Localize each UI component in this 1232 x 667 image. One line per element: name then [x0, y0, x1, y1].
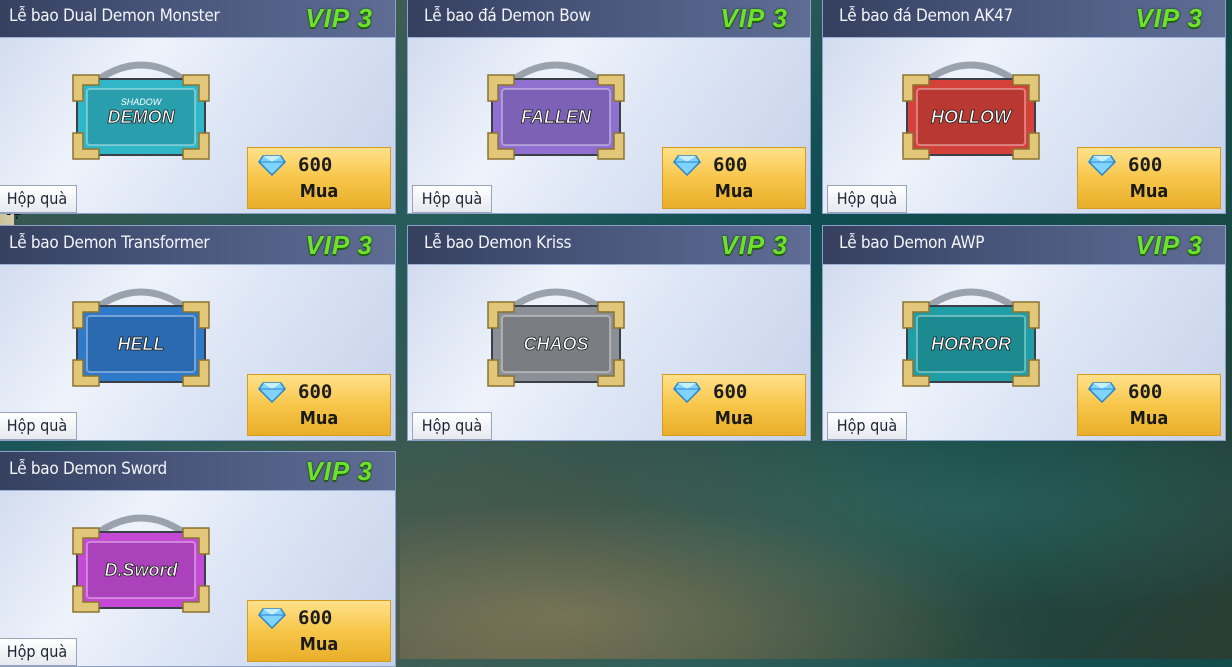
gift-box-label[interactable]: Hộp quà	[412, 412, 492, 440]
card-header: Lễ bao Demon AWP VIP 3	[823, 226, 1225, 265]
price-row: 600	[258, 152, 332, 178]
crate-text: FALLEN	[521, 107, 592, 127]
card-title: Lễ bao Demon Kriss	[424, 233, 572, 253]
gift-box-label[interactable]: Hộp quà	[412, 185, 492, 213]
buy-button[interactable]: Mua	[663, 405, 805, 433]
price-value: 600	[298, 607, 333, 629]
price-value: 600	[713, 154, 748, 176]
gift-card[interactable]: Lễ bao Demon Transformer VIP 3 HELL Hộp …	[0, 225, 396, 441]
vip-badge: VIP 3	[305, 3, 373, 33]
gift-card[interactable]: Lễ bao Demon Kriss VIP 3 CHAOS Hộp quà 6…	[407, 225, 811, 441]
buy-button[interactable]: Mua	[248, 405, 390, 433]
buy-button[interactable]: Mua	[1078, 405, 1220, 433]
diamond-icon	[258, 154, 286, 177]
crate-image: HOLLOW	[901, 57, 1041, 160]
gift-card[interactable]: Lễ bao Demon Sword VIP 3 D.Sword Hộp quà	[0, 451, 396, 667]
diamond-icon	[673, 381, 701, 404]
buy-button[interactable]: Mua	[663, 178, 805, 206]
card-header: Lễ bao đá Demon AK47 VIP 3	[823, 0, 1225, 38]
price-row: 600	[1088, 152, 1162, 178]
gift-box-label[interactable]: Hộp quà	[0, 185, 77, 213]
crate-text: HORROR	[931, 334, 1011, 354]
card-header: Lễ bao Dual Demon Monster VIP 3	[0, 0, 395, 38]
buy-panel[interactable]: 600 Mua	[247, 600, 391, 662]
diamond-icon	[1088, 381, 1116, 404]
gift-card[interactable]: Lễ bao đá Demon AK47 VIP 3 HOLLOW Hộp qu…	[822, 0, 1226, 214]
price-row: 600	[1088, 379, 1162, 405]
vip-badge: VIP 3	[720, 3, 788, 33]
buy-button[interactable]: Mua	[1078, 178, 1220, 206]
diamond-icon	[258, 381, 286, 404]
card-title: Lễ bao đá Demon Bow	[424, 6, 591, 26]
gift-box-label[interactable]: Hộp quà	[827, 412, 907, 440]
crate-subtext: SHADOW	[121, 97, 163, 107]
crate-image: HORROR	[901, 284, 1041, 387]
vip-badge: VIP 3	[305, 456, 373, 486]
vip-badge: VIP 3	[1135, 230, 1203, 260]
crate-text: D.Sword	[104, 560, 178, 580]
buy-button[interactable]: Mua	[248, 178, 390, 206]
buy-panel[interactable]: 600 Mua	[662, 147, 806, 209]
crate-image: FALLEN	[486, 57, 626, 160]
diamond-icon	[673, 154, 701, 177]
card-title: Lễ bao Demon Transformer	[9, 233, 210, 253]
gift-box-label[interactable]: Hộp quà	[0, 638, 77, 666]
price-value: 600	[713, 381, 748, 403]
vip-badge: VIP 3	[305, 230, 373, 260]
price-value: 600	[298, 154, 333, 176]
card-title: Lễ bao Demon AWP	[839, 233, 985, 253]
buy-panel[interactable]: 600 Mua	[247, 147, 391, 209]
price-row: 600	[673, 152, 747, 178]
vip-badge: VIP 3	[1135, 3, 1203, 33]
gift-box-label[interactable]: Hộp quà	[0, 412, 77, 440]
crate-image: CHAOS	[486, 284, 626, 387]
buy-panel[interactable]: 600 Mua	[247, 374, 391, 436]
diamond-icon	[1088, 154, 1116, 177]
crate-image: SHADOW DEMON	[71, 57, 211, 160]
price-value: 600	[1128, 381, 1163, 403]
price-value: 600	[298, 381, 333, 403]
buy-panel[interactable]: 600 Mua	[1077, 147, 1221, 209]
card-header: Lễ bao Demon Kriss VIP 3	[408, 226, 810, 265]
background-sea	[400, 440, 1232, 659]
price-row: 600	[258, 605, 332, 631]
buy-panel[interactable]: 600 Mua	[1077, 374, 1221, 436]
card-header: Lễ bao Demon Sword VIP 3	[0, 452, 395, 491]
crate-text: DEMON	[108, 107, 176, 127]
card-header: Lễ bao Demon Transformer VIP 3	[0, 226, 395, 265]
card-header: Lễ bao đá Demon Bow VIP 3	[408, 0, 810, 38]
crate-text: HELL	[118, 334, 165, 354]
gift-box-label[interactable]: Hộp quà	[827, 185, 907, 213]
crate-text: CHAOS	[523, 334, 588, 354]
buy-button[interactable]: Mua	[248, 631, 390, 659]
gift-card[interactable]: Lễ bao đá Demon Bow VIP 3 FALLEN Hộp quà	[407, 0, 811, 214]
gift-card[interactable]: Lễ bao Demon AWP VIP 3 HORROR Hộp quà 60…	[822, 225, 1226, 441]
card-title: Lễ bao Dual Demon Monster	[9, 6, 220, 26]
vip-badge: VIP 3	[720, 230, 788, 260]
diamond-icon	[258, 607, 286, 630]
card-title: Lễ bao Demon Sword	[9, 459, 167, 479]
crate-image: D.Sword	[71, 510, 211, 613]
price-row: 600	[258, 379, 332, 405]
buy-panel[interactable]: 600 Mua	[662, 374, 806, 436]
card-title: Lễ bao đá Demon AK47	[839, 6, 1013, 26]
price-value: 600	[1128, 154, 1163, 176]
price-row: 600	[673, 379, 747, 405]
gift-card[interactable]: Lễ bao Dual Demon Monster VIP 3 SHADOW D…	[0, 0, 396, 214]
crate-text: HOLLOW	[931, 107, 1013, 127]
crate-image: HELL	[71, 284, 211, 387]
